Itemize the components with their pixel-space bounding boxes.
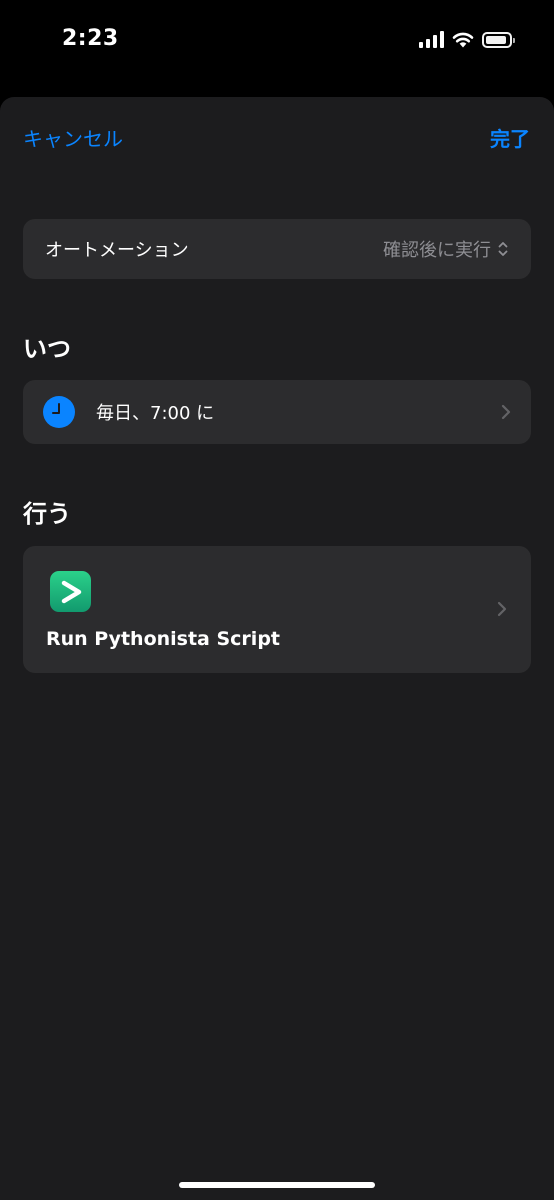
battery-icon [482,31,515,48]
when-section-header: いつ [23,335,71,363]
clock-icon [43,396,75,428]
status-time: 2:23 [62,26,119,51]
chevron-right-icon [497,601,507,617]
automation-mode-value: 確認後に実行 [383,240,491,261]
cancel-button[interactable]: キャンセル [23,123,123,152]
status-bar: 2:23 [0,0,554,90]
status-icons [419,31,515,48]
automation-label: オートメーション [45,240,189,261]
chevron-right-icon [501,404,511,420]
wifi-icon [452,32,474,48]
chevron-up-down-icon [498,242,508,256]
automation-mode-row[interactable]: オートメーション 確認後に実行 [23,219,531,279]
automation-sheet: キャンセル 完了 オートメーション 確認後に実行 いつ 毎日、7:00 に 行う [0,97,554,1200]
done-button[interactable]: 完了 [490,123,530,152]
schedule-text: 毎日、7:00 に [96,403,215,424]
schedule-row[interactable]: 毎日、7:00 に [23,380,531,444]
pythonista-app-icon [50,571,91,612]
signal-icon [419,31,444,48]
action-label: Run Pythonista Script [46,628,281,650]
automation-mode-picker[interactable]: 確認後に実行 [383,236,509,262]
do-section-header: 行う [23,500,71,528]
home-indicator[interactable] [179,1182,375,1188]
action-row[interactable]: Run Pythonista Script [23,546,531,673]
